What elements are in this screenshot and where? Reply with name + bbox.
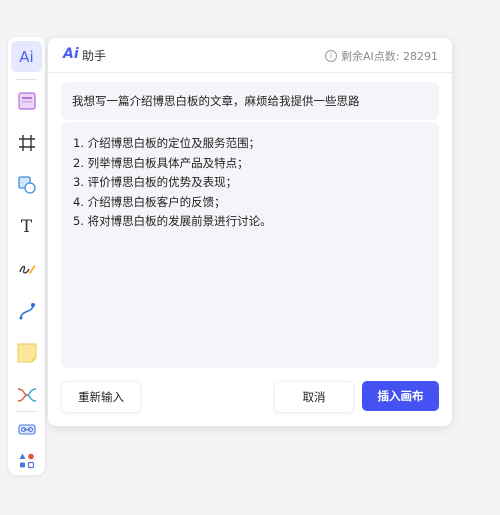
mindmap-tool[interactable]: [11, 379, 42, 410]
template-icon: [17, 91, 36, 110]
ai-icon: Ai: [19, 47, 34, 66]
left-toolbar: Ai T: [8, 37, 45, 475]
frame-icon: [18, 134, 35, 151]
cancel-button[interactable]: 取消: [274, 381, 354, 413]
shape-tool[interactable]: [11, 169, 42, 200]
info-icon: i: [325, 50, 338, 62]
ai-logo: Ai: [63, 46, 79, 62]
reinput-button[interactable]: 重新输入: [61, 381, 141, 413]
template-tool[interactable]: [11, 85, 42, 116]
toolbar-divider: [16, 79, 37, 80]
result-line: 4. 介绍博思白板客户的反馈；: [73, 194, 226, 209]
link-tool[interactable]: [11, 413, 42, 444]
ai-credits-text: 剩余AI点数: 28291: [341, 50, 438, 63]
text-tool[interactable]: T: [11, 211, 42, 242]
more-tools[interactable]: [11, 445, 42, 476]
shape-icon: [17, 175, 36, 194]
sticky-note-tool[interactable]: [11, 337, 42, 368]
text-icon: T: [20, 216, 33, 237]
toolbar-divider: [16, 411, 37, 412]
result-box[interactable]: 1. 介绍博思白板的定位及服务范围； 2. 列举博思白板具体产品及特点； 3. …: [61, 122, 439, 368]
result-list: 1. 介绍博思白板的定位及服务范围； 2. 列举博思白板具体产品及特点； 3. …: [73, 134, 272, 232]
apps-icon: [19, 453, 34, 468]
result-line: 1. 介绍博思白板的定位及服务范围；: [73, 136, 261, 150]
link-icon: [17, 423, 36, 435]
connector-icon: [19, 302, 35, 319]
mindmap-icon: [17, 387, 36, 402]
pen-tool[interactable]: [11, 253, 42, 284]
prompt-text: 我想写一篇介绍博思白板的文章，麻烦给我提供一些思路: [72, 94, 360, 108]
panel-title: 助手: [82, 49, 107, 63]
panel-header: Ai 助手 i 剩余AI点数: 28291: [48, 38, 452, 73]
pen-icon: [18, 264, 35, 274]
insert-canvas-button[interactable]: 插入画布: [362, 381, 439, 411]
result-line: 3. 评价博思白板的优势及表现；: [73, 175, 238, 189]
prompt-box: 我想写一篇介绍博思白板的文章，麻烦给我提供一些思路: [61, 82, 439, 120]
ai-credits: i 剩余AI点数: 28291: [325, 48, 438, 64]
ai-assistant-panel: Ai 助手 i 剩余AI点数: 28291 我想写一篇介绍博思白板的文章，麻烦给…: [48, 38, 452, 426]
frame-tool[interactable]: [11, 127, 42, 158]
connector-tool[interactable]: [11, 295, 42, 326]
ai-assistant-tool[interactable]: Ai: [11, 41, 42, 72]
result-line: 5. 将对博思白板的发展前景进行讨论。: [73, 214, 272, 228]
sticky-note-icon: [17, 343, 36, 362]
result-line: 2. 列举博思白板具体产品及特点；: [73, 155, 249, 170]
